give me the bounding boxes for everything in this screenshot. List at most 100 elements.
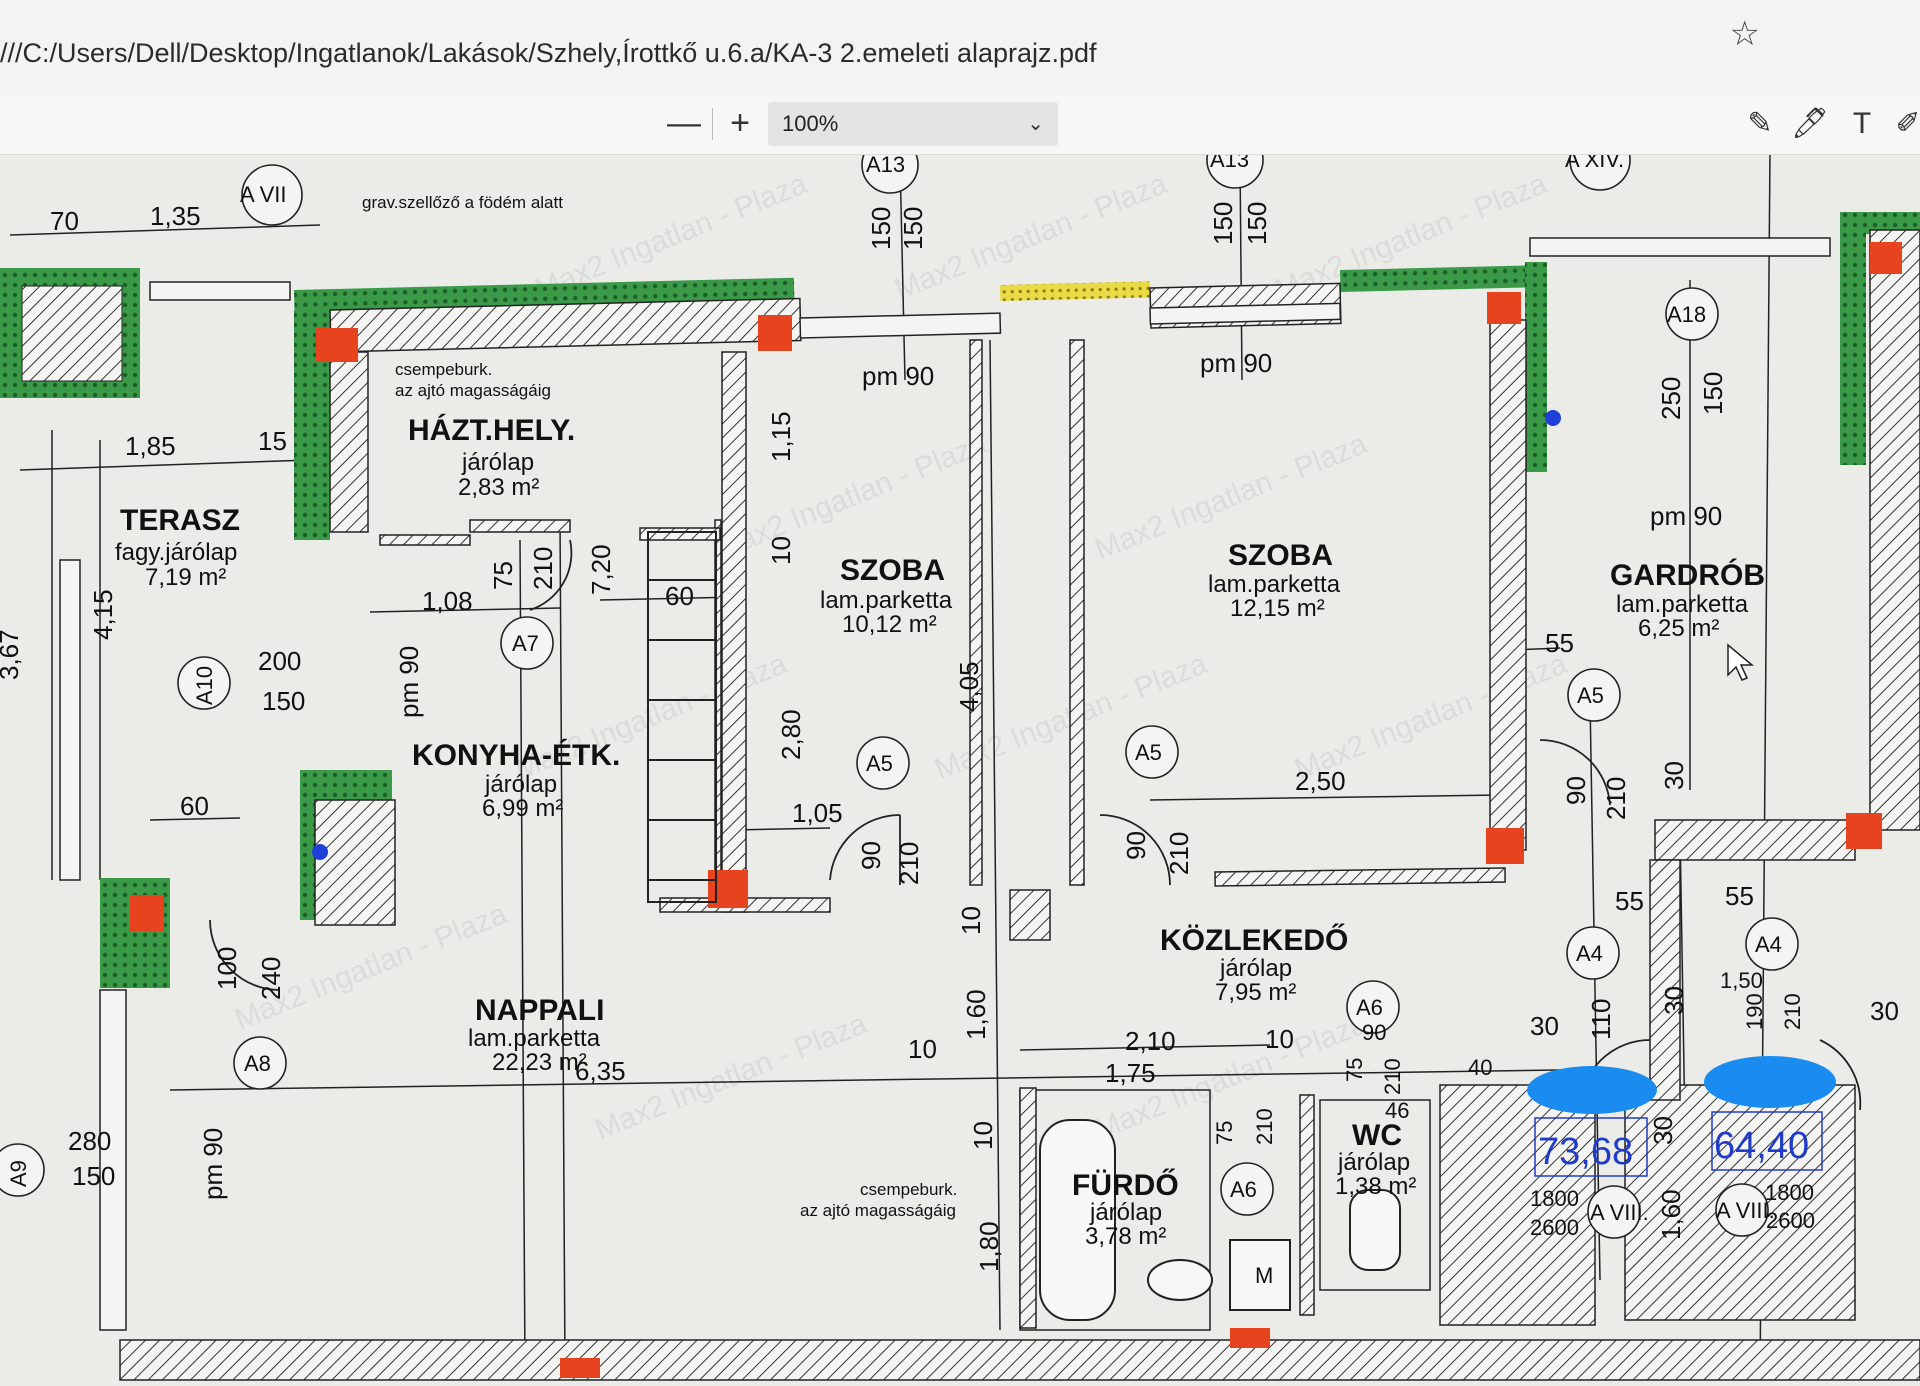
room-name: GARDRÓB — [1610, 558, 1765, 592]
mouse-cursor-icon — [1727, 643, 1755, 681]
tag-label: A VIII. — [1590, 1200, 1649, 1225]
dimension-label: 1,75 — [1105, 1058, 1156, 1088]
dimension-label: 10 — [766, 536, 796, 565]
room-area: 12,15 m² — [1230, 595, 1325, 622]
tag-label: A13 — [1210, 155, 1249, 172]
tag-label: A10 — [192, 666, 217, 705]
zoom-value: 100% — [782, 111, 839, 136]
room-area: 3,78 m² — [1085, 1223, 1166, 1250]
highlight-icon[interactable]: 🖊 — [1790, 102, 1830, 146]
tag-label: A4 — [1576, 941, 1603, 966]
dimension-label: 90 — [1362, 1020, 1386, 1045]
zoom-out-button[interactable]: — — [664, 100, 704, 146]
room-finish: járólap — [1219, 955, 1292, 982]
dimension-label: 90 — [1561, 776, 1591, 805]
dimension-label: 10 — [956, 906, 986, 935]
dimension-label: 250 — [1656, 377, 1686, 420]
dimension-label: 10 — [1265, 1024, 1294, 1054]
toolbar-divider — [712, 108, 713, 140]
room-name: KONYHA-ÉTK. — [412, 738, 620, 772]
dimension-label: 1,85 — [125, 431, 176, 461]
marker-dot — [1545, 410, 1561, 426]
dimension-label: 40 — [1468, 1055, 1492, 1080]
dimension-label: 1,60 — [961, 989, 991, 1040]
room-area: 7,19 m² — [145, 564, 226, 591]
room-name: KÖZLEKEDŐ — [1160, 923, 1348, 957]
zoom-select[interactable]: 100% ⌄ — [768, 102, 1058, 146]
dimension-label: 190 — [1742, 993, 1767, 1030]
zoom-in-button[interactable]: + — [720, 100, 760, 146]
dimension-label: 1800 — [1765, 1180, 1814, 1205]
dimension-label: pm 90 — [198, 1128, 228, 1200]
room-area: 10,12 m² — [842, 611, 937, 638]
dimension-label: 75 — [1342, 1058, 1367, 1082]
dimension-label: 1,35 — [150, 201, 201, 231]
dimension-label: 90 — [856, 841, 886, 870]
bookmark-star-icon[interactable]: ☆ — [1730, 14, 1760, 54]
tag-label: A9 — [6, 1160, 31, 1187]
dimension-label: 90 — [1121, 831, 1151, 860]
dimension-label: 100 — [212, 947, 242, 990]
room-finish: lam.parketta — [820, 587, 953, 614]
tag-label: A6 — [1230, 1177, 1257, 1202]
dimension-label: 55 — [1725, 881, 1754, 911]
dimension-label: 4,15 — [88, 589, 118, 640]
dimension-label: 2,50 — [1295, 766, 1346, 796]
erase-icon[interactable]: ✐ — [1888, 102, 1920, 146]
dimension-label: 46 — [1385, 1098, 1409, 1123]
tag-label: A7 — [512, 631, 539, 656]
dimension-label: 1,05 — [792, 798, 843, 828]
dimension-label: 110 — [1586, 999, 1616, 1040]
pdf-canvas[interactable]: Max2 Ingatlan - Plaza Max2 Ingatlan - Pl… — [0, 155, 1920, 1386]
dimension-label: 150 — [1698, 372, 1728, 415]
tag-label: A18 — [1667, 302, 1706, 327]
dimension-label: 210 — [1380, 1058, 1405, 1095]
dimension-label: 10 — [908, 1034, 937, 1064]
dimension-label: 55 — [1615, 886, 1644, 916]
url-text[interactable]: ///C:/Users/Dell/Desktop/Ingatlanok/Laká… — [0, 38, 1097, 69]
dimension-label: 150 — [1208, 202, 1238, 245]
dimension-label: 1,80 — [974, 1221, 1004, 1272]
dimension-label: 70 — [50, 206, 79, 236]
note-text: csempeburk. — [395, 360, 492, 379]
marker-dot — [312, 844, 328, 860]
dimension-label: 30 — [1659, 761, 1689, 790]
note-text: az ajtó magasságáig — [800, 1201, 956, 1220]
room-finish: lam.parketta — [1208, 571, 1341, 598]
text-icon[interactable]: T — [1842, 102, 1882, 146]
dimension-label: 6,35 — [575, 1056, 626, 1086]
dimension-labels: 70 1,35 150 150 150 150 pm 90 pm 90 pm 9… — [0, 201, 1899, 1288]
dimension-label: 75 — [1212, 1121, 1237, 1145]
dimension-label: 2,80 — [776, 709, 806, 760]
dimension-label: M — [1255, 1263, 1273, 1288]
browser-address-bar: ///C:/Users/Dell/Desktop/Ingatlanok/Laká… — [0, 0, 1920, 97]
note-text: csempeburk. — [860, 1180, 957, 1199]
tag-label: A VII — [240, 182, 286, 207]
room-name: SZOBA — [840, 554, 945, 587]
watermark-text: Max2 Ingatlan - Plaza — [590, 1007, 872, 1146]
dimension-label: 55 — [1545, 628, 1574, 658]
draw-icon[interactable]: ✎ — [1740, 102, 1780, 146]
dimension-label: 280 — [68, 1126, 111, 1156]
dimension-label: 210 — [1780, 993, 1805, 1030]
room-name: SZOBA — [1228, 539, 1333, 572]
dimension-label: 150 — [262, 686, 305, 716]
room-finish: járólap — [1089, 1199, 1162, 1226]
dimension-label: pm 90 — [1650, 501, 1722, 531]
dimension-label: 2600 — [1530, 1215, 1579, 1240]
watermark-text: Max2 Ingatlan - Plaza — [710, 427, 992, 566]
dimension-label: 240 — [256, 957, 286, 1000]
dimension-label: 30 — [1530, 1011, 1559, 1041]
dimension-label: pm 90 — [394, 646, 424, 718]
dimension-label: 210 — [1252, 1108, 1277, 1145]
room-finish: járólap — [484, 771, 557, 798]
dimension-label: pm 90 — [1200, 348, 1272, 378]
dimension-label: 200 — [258, 646, 301, 676]
dimension-label: pm 90 — [862, 361, 934, 391]
dimension-label: 210 — [1164, 832, 1194, 875]
dimension-label: 2,10 — [1125, 1026, 1176, 1056]
room-name: HÁZT.HELY. — [408, 413, 575, 447]
room-area: 6,99 m² — [482, 795, 563, 822]
tag-label: A13 — [866, 155, 905, 177]
tag-label: A5 — [1135, 740, 1162, 765]
